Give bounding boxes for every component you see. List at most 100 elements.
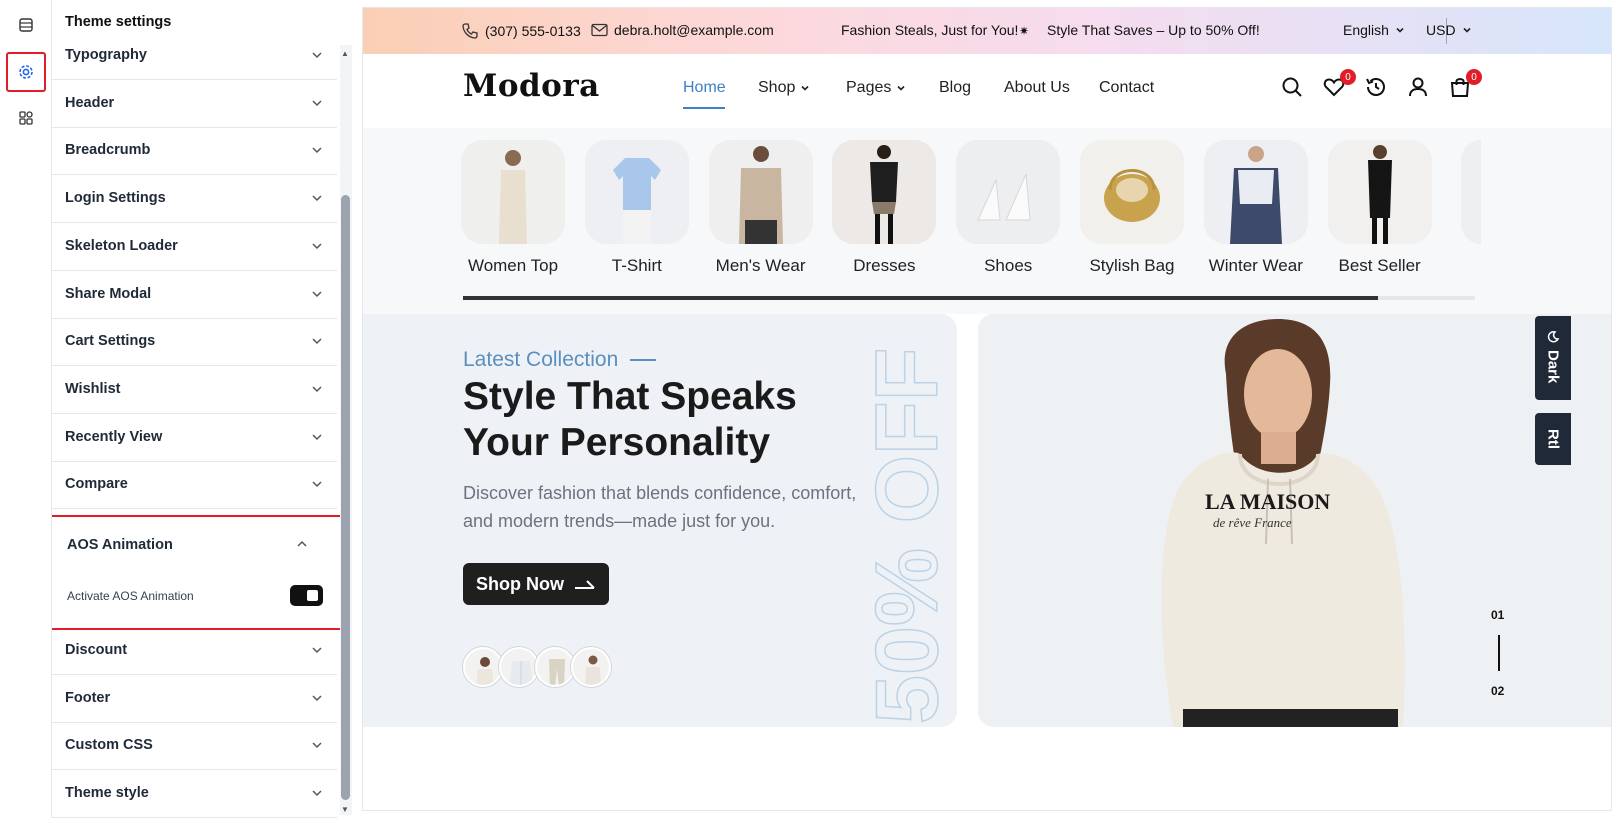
sparkle-icon: ✷ [1019,24,1030,38]
email-address: debra.holt@example.com [614,22,774,38]
list-rail-button[interactable] [6,5,46,45]
accordion-recently-view[interactable]: Recently View [52,413,337,462]
topbar-phone[interactable]: (307) 555-0133 [461,22,581,40]
chevron-down-icon [297,97,337,109]
language-select[interactable]: English [1343,22,1405,38]
category-image [1080,140,1184,244]
category-shoes[interactable]: Shoes [954,140,1062,276]
cart-icon[interactable]: 0 [1448,69,1482,101]
history-icon[interactable] [1364,75,1390,101]
category-label: Best Seller [1338,256,1421,275]
list-icon [19,18,33,32]
scroll-up-arrow-icon[interactable]: ▲ [341,49,349,58]
chevron-down-icon [297,383,337,395]
scroll-down-arrow-icon[interactable]: ▼ [341,805,349,814]
accordion-share-modal[interactable]: Share Modal [52,270,337,319]
accordion-custom-css[interactable]: Custom CSS [52,721,337,771]
user-icon[interactable] [1406,75,1432,101]
nav-link-label: Shop [758,79,796,96]
accordion-footer[interactable]: Footer [52,674,337,723]
dark-mode-tab[interactable]: Dark [1535,316,1571,400]
nav-link-shop[interactable]: Shop [758,79,810,97]
accordion-label: Wishlist [65,380,121,397]
chevron-down-icon [297,644,337,656]
category-best-seller[interactable]: Best Seller [1326,140,1434,276]
accordion-label: Cart Settings [65,333,156,350]
category-winter-wear[interactable]: Winter Wear [1202,140,1310,276]
accordion-label: Skeleton Loader [65,237,178,254]
category-dresses[interactable]: Dresses [830,140,938,276]
shop-now-label: Shop Now [476,573,564,594]
hero-text-panel: Latest Collection Style That Speaks Your… [363,314,957,727]
nav-link-pages[interactable]: Pages [846,79,906,97]
hero-kicker: Latest Collection [463,348,657,372]
thumbnail-3[interactable] [535,647,575,687]
accordion-login-settings[interactable]: Login Settings [52,174,337,224]
accordion-compare[interactable]: Compare [52,460,337,510]
carousel-progress-fill [463,296,1378,300]
rtl-label: Rtl [1544,429,1562,449]
accordion-typography[interactable]: Typography [52,31,337,80]
slide-indicator-line [1498,635,1500,671]
toggle-knob [307,590,318,601]
chevron-down-icon [297,478,337,490]
accordion-label: Footer [65,689,111,706]
wishlist-icon[interactable]: 0 [1322,69,1356,101]
phone-number: (307) 555-0133 [485,23,581,39]
aos-option-label: Activate AOS Animation [67,589,194,603]
accordion-discount[interactable]: Discount [52,626,337,675]
chevron-up-icon[interactable] [296,537,308,555]
thumbnail-2[interactable] [499,647,539,687]
chevron-down-icon [897,85,905,91]
widgets-icon [19,111,33,125]
hero-headline: Style That Speaks Your Personality [463,375,797,464]
accordion-header[interactable]: Header [52,79,337,128]
hero-model-image: LA MAISON de rêve France [978,314,1611,727]
carousel-progress-track[interactable] [463,296,1475,300]
nav-link-about-us[interactable]: About Us [1004,79,1070,97]
thumbnail-1[interactable] [463,647,503,687]
category-image [1203,140,1308,244]
category-stylish-bag[interactable]: Stylish Bag [1078,140,1186,276]
category-t-shirt[interactable]: T-Shirt [583,140,691,276]
chevron-down-icon [297,49,337,61]
aos-animation-toggle[interactable] [290,585,323,606]
search-icon[interactable] [1280,75,1306,101]
category-image [1461,140,1481,244]
accordion-breadcrumb[interactable]: Breadcrumb [52,126,337,176]
category-item-partial[interactable] [1461,140,1569,244]
aos-section-header[interactable]: AOS Animation [67,537,173,553]
moon-icon [1547,331,1560,343]
theme-settings-rail-button[interactable] [6,52,46,92]
category-label: T-Shirt [611,256,662,275]
nav-link-contact[interactable]: Contact [1099,79,1154,97]
shop-now-button[interactable]: Shop Now [463,563,609,605]
currency-value: USD [1426,22,1456,38]
site-logo[interactable]: Modora [463,68,600,104]
topbar-email[interactable]: debra.holt@example.com [591,22,774,38]
nav-link-blog[interactable]: Blog [939,79,971,97]
nav-link-home[interactable]: Home [683,79,726,97]
site-preview: (307) 555-0133 debra.holt@example.com Fa… [362,7,1612,811]
accordion-skeleton-loader[interactable]: Skeleton Loader [52,222,337,271]
rtl-tab[interactable]: Rtl [1535,413,1571,465]
language-value: English [1343,22,1389,38]
currency-select[interactable]: USD [1426,22,1472,38]
category-women-top[interactable]: Women Top [459,140,567,276]
slide-indicator-next[interactable]: 02 [1491,684,1504,698]
category-label: Shoes [984,256,1033,275]
widgets-rail-button[interactable] [6,98,46,138]
category-men-s-wear[interactable]: Men's Wear [707,140,815,276]
theme-settings-panel: Theme settings Typography Header Breadcrum… [52,0,352,818]
accordion-theme-style[interactable]: Theme style [52,769,337,818]
nav-link-label: Home [683,79,726,96]
app-root: Theme settings Typography Header Breadcrum… [0,0,1612,818]
accordion-cart-settings[interactable]: Cart Settings [52,317,337,367]
category-image [832,140,937,244]
panel-scrollbar-thumb[interactable] [341,195,350,800]
slide-indicator-current[interactable]: 01 [1491,608,1504,622]
thumbnail-4[interactable] [571,647,611,687]
accordion-label: Theme style [65,785,149,802]
accordion-wishlist[interactable]: Wishlist [52,365,337,414]
dark-mode-label: Dark [1544,350,1562,384]
